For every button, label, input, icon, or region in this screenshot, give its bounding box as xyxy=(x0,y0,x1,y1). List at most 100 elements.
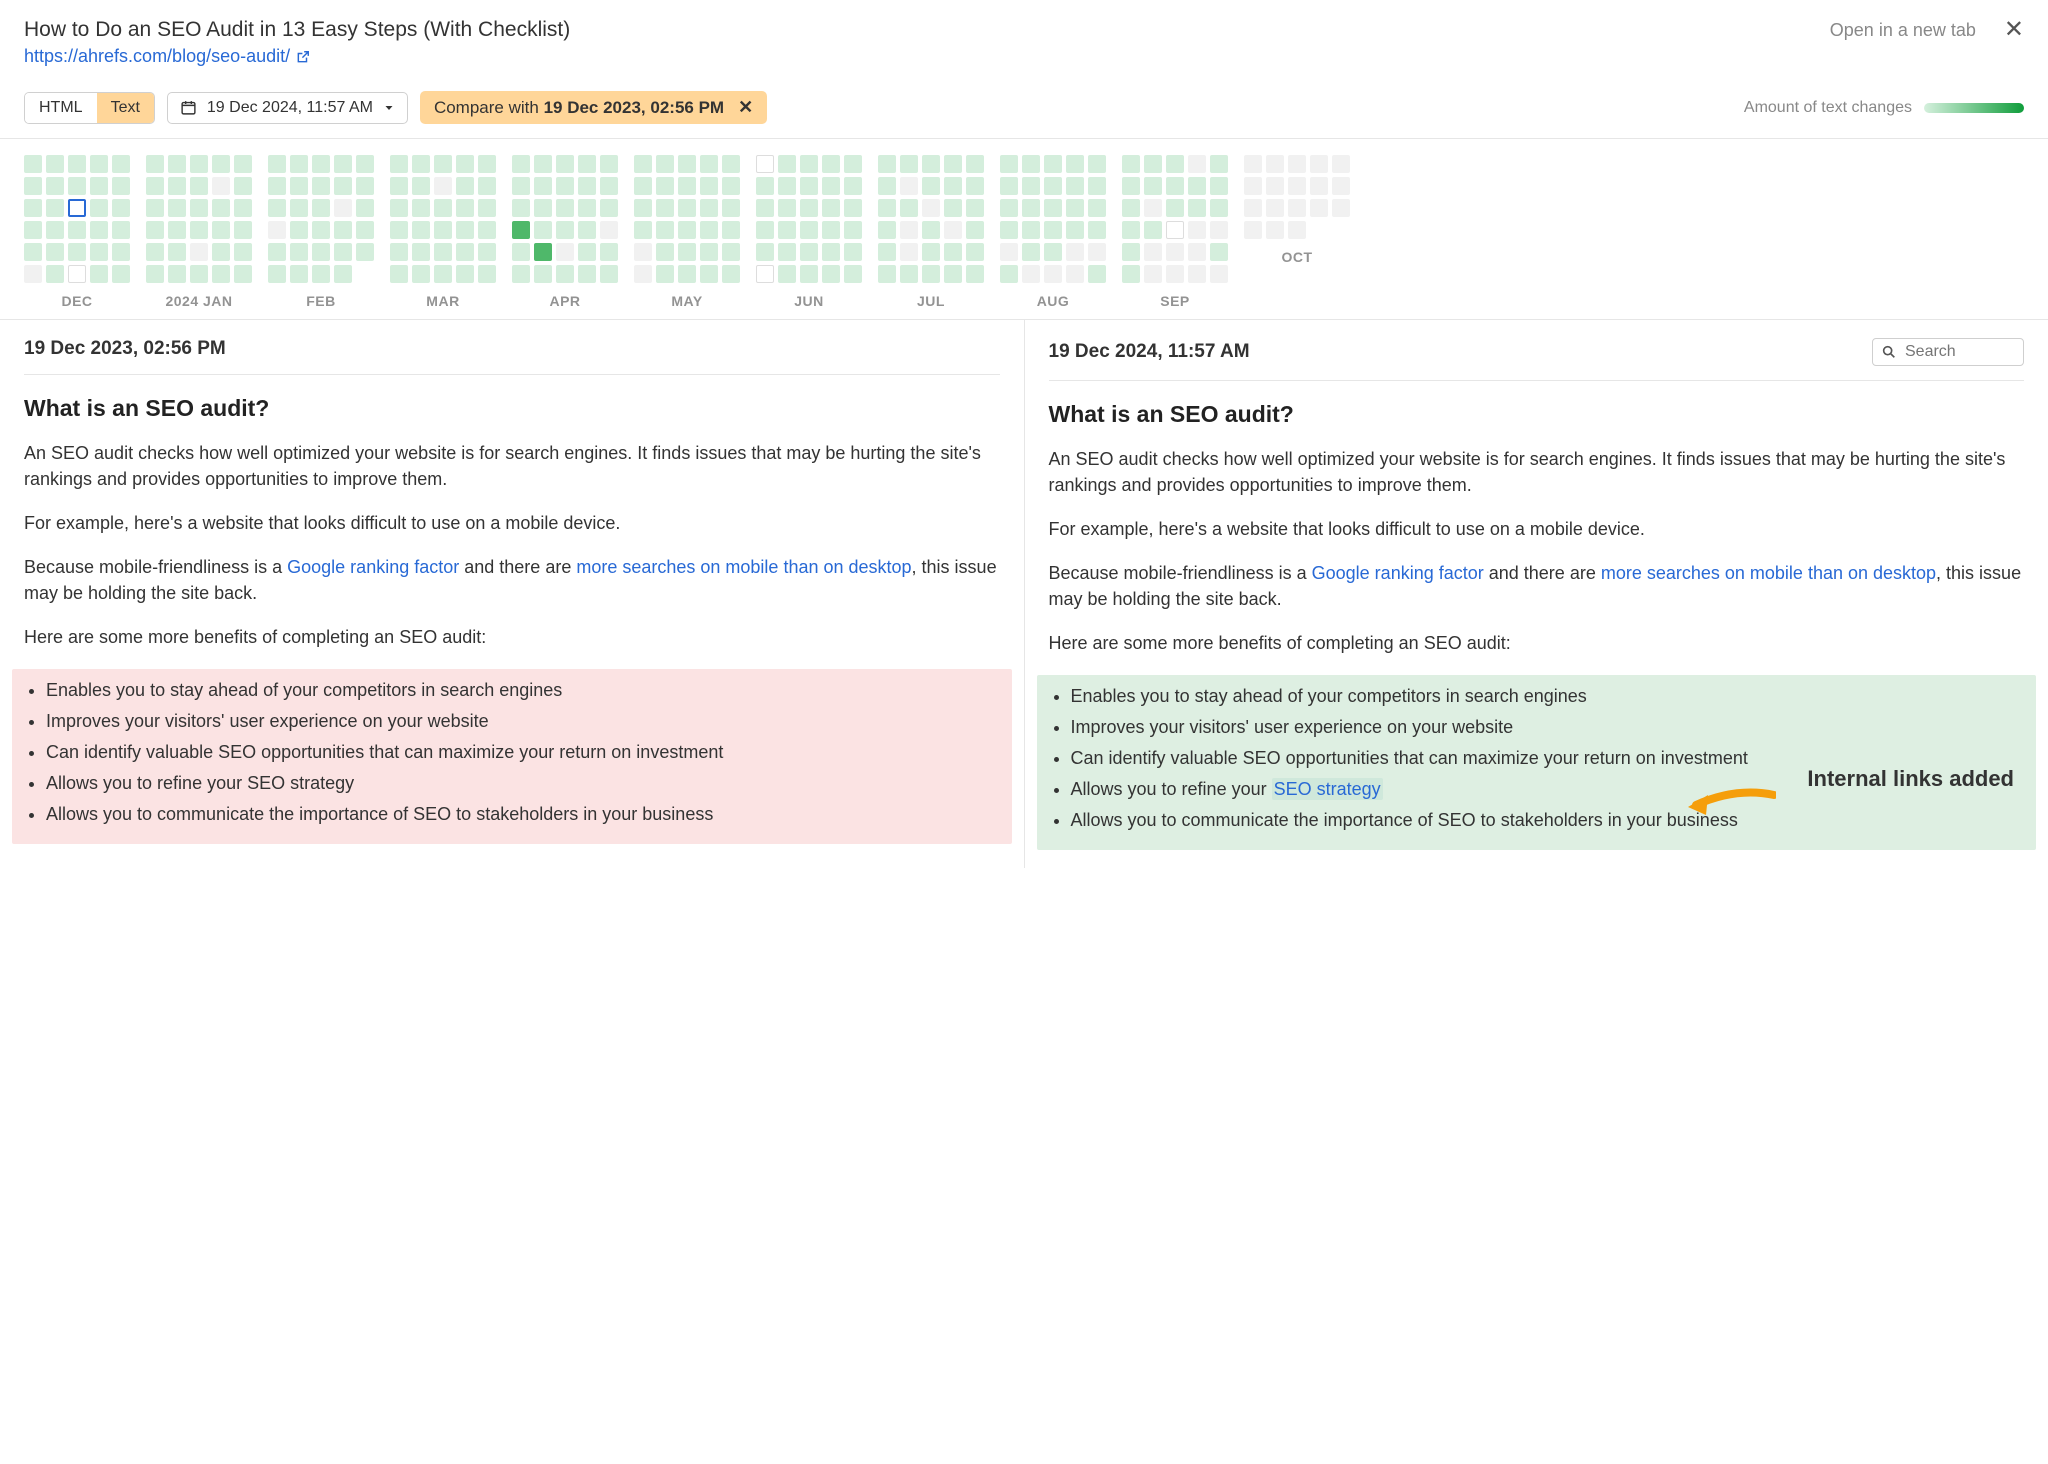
calendar-cell[interactable] xyxy=(412,177,430,195)
calendar-cell[interactable] xyxy=(478,199,496,217)
calendar-cell[interactable] xyxy=(1022,243,1040,261)
calendar-cell[interactable] xyxy=(1000,177,1018,195)
calendar-cell[interactable] xyxy=(556,155,574,173)
calendar-cell[interactable] xyxy=(822,199,840,217)
calendar-cell[interactable] xyxy=(656,221,674,239)
calendar-cell[interactable] xyxy=(966,265,984,283)
calendar-cell[interactable] xyxy=(1288,177,1306,195)
calendar-cell[interactable] xyxy=(534,265,552,283)
calendar-cell[interactable] xyxy=(434,177,452,195)
calendar-cell[interactable] xyxy=(1122,243,1140,261)
calendar-cell[interactable] xyxy=(844,177,862,195)
calendar-cell[interactable] xyxy=(234,221,252,239)
calendar-cell[interactable] xyxy=(334,199,352,217)
calendar-cell[interactable] xyxy=(146,221,164,239)
calendar-cell[interactable] xyxy=(944,265,962,283)
calendar-cell[interactable] xyxy=(290,199,308,217)
calendar-cell[interactable] xyxy=(168,265,186,283)
calendar-cell[interactable] xyxy=(1244,199,1262,217)
calendar-cell[interactable] xyxy=(1088,265,1106,283)
calendar-cell[interactable] xyxy=(700,155,718,173)
calendar-cell[interactable] xyxy=(822,177,840,195)
calendar-cell[interactable] xyxy=(290,177,308,195)
calendar-cell[interactable] xyxy=(878,155,896,173)
calendar-cell[interactable] xyxy=(1266,155,1284,173)
calendar-cell[interactable] xyxy=(412,199,430,217)
calendar-cell[interactable] xyxy=(1210,221,1228,239)
calendar-cell[interactable] xyxy=(944,199,962,217)
calendar-cell[interactable] xyxy=(290,221,308,239)
calendar-cell[interactable] xyxy=(212,265,230,283)
calendar-cell[interactable] xyxy=(168,177,186,195)
calendar-cell[interactable] xyxy=(900,221,918,239)
link-mobile-searches[interactable]: more searches on mobile than on desktop xyxy=(1601,563,1936,583)
calendar-cell[interactable] xyxy=(190,199,208,217)
link-ranking-factor[interactable]: Google ranking factor xyxy=(287,557,459,577)
calendar-cell[interactable] xyxy=(634,155,652,173)
calendar-cell[interactable] xyxy=(334,243,352,261)
calendar-cell[interactable] xyxy=(190,243,208,261)
calendar-cell[interactable] xyxy=(722,177,740,195)
calendar-cell[interactable] xyxy=(390,221,408,239)
calendar-cell[interactable] xyxy=(24,265,42,283)
calendar-cell[interactable] xyxy=(334,221,352,239)
calendar-cell[interactable] xyxy=(512,243,530,261)
calendar-cell[interactable] xyxy=(722,243,740,261)
calendar-cell[interactable] xyxy=(290,155,308,173)
calendar-cell[interactable] xyxy=(656,155,674,173)
calendar-cell[interactable] xyxy=(1044,265,1062,283)
calendar-cell[interactable] xyxy=(578,243,596,261)
calendar-cell[interactable] xyxy=(46,265,64,283)
calendar-cell[interactable] xyxy=(1066,243,1084,261)
calendar-cell[interactable] xyxy=(900,177,918,195)
calendar-cell[interactable] xyxy=(634,265,652,283)
calendar-cell[interactable] xyxy=(678,199,696,217)
calendar-cell[interactable] xyxy=(356,177,374,195)
search-input[interactable] xyxy=(1905,343,2015,361)
calendar-cell[interactable] xyxy=(68,265,86,283)
calendar-cell[interactable] xyxy=(1022,221,1040,239)
calendar-cell[interactable] xyxy=(212,243,230,261)
calendar-cell[interactable] xyxy=(1188,177,1206,195)
calendar-cell[interactable] xyxy=(844,199,862,217)
calendar-cell[interactable] xyxy=(456,265,474,283)
calendar-cell[interactable] xyxy=(456,243,474,261)
calendar-cell[interactable] xyxy=(112,177,130,195)
calendar-cell[interactable] xyxy=(68,221,86,239)
calendar-cell[interactable] xyxy=(778,155,796,173)
calendar-cell[interactable] xyxy=(1122,177,1140,195)
calendar-cell[interactable] xyxy=(634,177,652,195)
calendar-cell[interactable] xyxy=(1244,177,1262,195)
calendar-cell[interactable] xyxy=(1188,221,1206,239)
calendar-cell[interactable] xyxy=(878,199,896,217)
calendar-cell[interactable] xyxy=(1066,155,1084,173)
calendar-cell[interactable] xyxy=(878,265,896,283)
calendar-cell[interactable] xyxy=(146,265,164,283)
calendar-cell[interactable] xyxy=(334,265,352,283)
calendar-cell[interactable] xyxy=(478,243,496,261)
calendar-cell[interactable] xyxy=(268,199,286,217)
calendar-cell[interactable] xyxy=(312,243,330,261)
calendar-cell[interactable] xyxy=(512,155,530,173)
calendar-cell[interactable] xyxy=(600,265,618,283)
calendar-cell[interactable] xyxy=(966,221,984,239)
calendar-cell[interactable] xyxy=(600,243,618,261)
calendar-cell[interactable] xyxy=(1044,155,1062,173)
calendar-cell[interactable] xyxy=(1188,155,1206,173)
calendar-cell[interactable] xyxy=(534,155,552,173)
calendar-cell[interactable] xyxy=(1022,155,1040,173)
calendar-cell[interactable] xyxy=(722,221,740,239)
calendar-cell[interactable] xyxy=(24,243,42,261)
calendar-cell[interactable] xyxy=(1000,221,1018,239)
calendar-cell[interactable] xyxy=(700,221,718,239)
calendar-cell[interactable] xyxy=(600,177,618,195)
calendar-cell[interactable] xyxy=(24,155,42,173)
calendar-cell[interactable] xyxy=(1332,177,1350,195)
calendar-cell[interactable] xyxy=(600,155,618,173)
calendar-cell[interactable] xyxy=(68,199,86,217)
calendar-cell[interactable] xyxy=(778,177,796,195)
calendar-cell[interactable] xyxy=(112,243,130,261)
calendar-cell[interactable] xyxy=(900,155,918,173)
view-html-button[interactable]: HTML xyxy=(25,93,97,123)
calendar-cell[interactable] xyxy=(1088,221,1106,239)
